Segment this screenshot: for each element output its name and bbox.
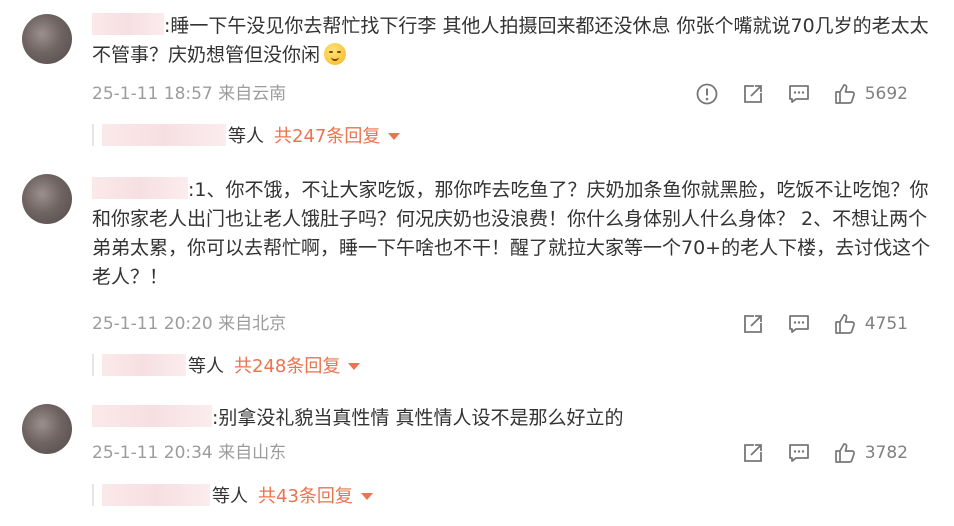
comment-button[interactable] (787, 82, 811, 106)
comment-text: :别拿没礼貌当真性情 真性情人设不是那么好立的 (92, 404, 932, 433)
like-button[interactable]: 3782 (833, 441, 908, 465)
avatar[interactable] (22, 404, 72, 454)
comment-body: :别拿没礼貌当真性情 真性情人设不是那么好立的 (212, 407, 624, 429)
comment-time: 25-1-11 18:57 (92, 84, 213, 104)
reply-summary: 等人 共43条回复 (92, 482, 373, 508)
reply-divider (92, 354, 94, 376)
report-button[interactable] (695, 82, 719, 106)
comment-icon (788, 85, 809, 103)
avatar[interactable] (22, 174, 72, 224)
view-replies-button[interactable]: 共247条回复 (274, 122, 401, 148)
like-count: 4751 (864, 314, 908, 334)
reply-summary: 等人 共247条回复 (92, 122, 401, 148)
comment-meta: 25-1-11 18:57 来自云南 5692 (92, 82, 932, 106)
thumbs-up-icon (834, 314, 855, 334)
comment-meta: 25-1-11 20:34 来自山东 3782 (92, 441, 932, 465)
comment-text: :1、你不饿，不让大家吃饭，那你咋去吃鱼了？庆奶加条鱼你就黑脸，吃饭不让吃饱？你… (92, 176, 932, 292)
share-button[interactable] (741, 441, 765, 465)
like-button[interactable]: 5692 (833, 82, 908, 106)
share-button[interactable] (741, 82, 765, 106)
view-replies-button[interactable]: 共43条回复 (258, 482, 373, 508)
reply-divider (92, 484, 94, 506)
sleepy-face-emoji (324, 43, 347, 65)
comment-button[interactable] (787, 312, 811, 336)
comment-time: 25-1-11 20:34 (92, 443, 213, 463)
reply-usernames-blurred[interactable] (102, 354, 186, 376)
comment-body: :1、你不饿，不让大家吃饭，那你咋去吃鱼了？庆奶加条鱼你就黑脸，吃饭不让吃饱？你… (92, 179, 931, 288)
share-button[interactable] (741, 312, 765, 336)
view-replies-button[interactable]: 共248条回复 (234, 352, 361, 378)
reply-suffix: 等人 (228, 126, 264, 147)
comment-meta: 25-1-11 20:20 来自北京 4751 (92, 312, 932, 336)
chevron-down-icon (348, 362, 361, 370)
reply-usernames-blurred[interactable] (102, 484, 210, 506)
reply-count: 共247条回复 (274, 126, 381, 147)
comment-time: 25-1-11 20:20 (92, 314, 213, 334)
reply-divider (92, 124, 94, 146)
username-blurred[interactable] (92, 405, 212, 427)
comment-icon (788, 315, 809, 333)
reply-suffix: 等人 (188, 356, 224, 377)
share-icon (743, 315, 762, 333)
avatar[interactable] (22, 14, 72, 64)
reply-usernames-blurred[interactable] (102, 124, 226, 146)
chevron-down-icon (388, 132, 401, 140)
reply-count: 共248条回复 (234, 356, 341, 377)
like-count: 5692 (864, 84, 908, 104)
comment-icon (788, 444, 809, 462)
reply-count: 共43条回复 (258, 486, 353, 507)
comment-source: 来自云南 (218, 84, 287, 104)
like-count: 3782 (864, 443, 908, 463)
comment-source: 来自山东 (218, 443, 287, 463)
comment-actions: 4751 (719, 312, 908, 336)
comment-text: :睡一下午没见你去帮忙找下行李 其他人拍摄回来都还没休息 你张个嘴就说70几岁的… (92, 12, 932, 70)
comment-actions: 3782 (719, 441, 908, 465)
comment-button[interactable] (787, 441, 811, 465)
reply-suffix: 等人 (212, 486, 248, 507)
like-button[interactable]: 4751 (833, 312, 908, 336)
username-blurred[interactable] (92, 13, 164, 35)
share-icon (743, 85, 762, 103)
thumbs-up-icon (834, 84, 855, 104)
thumbs-up-icon (834, 443, 855, 463)
comment-actions: 5692 (673, 82, 908, 106)
chevron-down-icon (360, 492, 373, 500)
report-icon (696, 83, 718, 105)
comment-body: :睡一下午没见你去帮忙找下行李 其他人拍摄回来都还没休息 你张个嘴就说70几岁的… (92, 15, 929, 66)
comment-source: 来自北京 (218, 314, 287, 334)
reply-summary: 等人 共248条回复 (92, 352, 361, 378)
username-blurred[interactable] (92, 177, 188, 199)
share-icon (743, 444, 762, 462)
